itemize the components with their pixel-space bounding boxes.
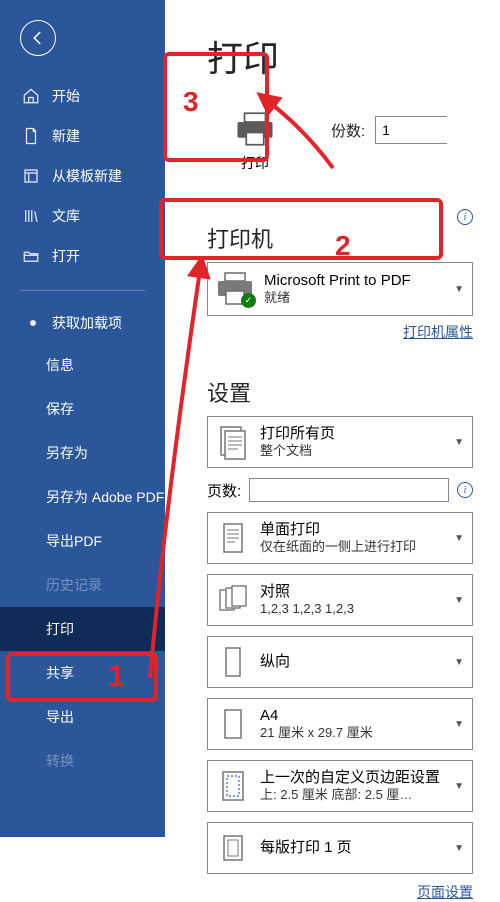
- nav-new[interactable]: 新建: [0, 116, 165, 156]
- settings-section-title: 设置: [207, 376, 500, 408]
- pages-input[interactable]: [249, 478, 449, 502]
- printer-name: Microsoft Print to PDF: [264, 272, 444, 291]
- nav-label: 打开: [52, 246, 80, 266]
- nav-label: 从模板新建: [52, 166, 122, 186]
- pages-label: 页数:: [207, 480, 241, 501]
- nav-open[interactable]: 打开: [0, 236, 165, 276]
- nav-transform[interactable]: 转换: [0, 739, 165, 783]
- nav-export[interactable]: 导出: [0, 695, 165, 739]
- chevron-down-icon: ▼: [454, 533, 464, 544]
- portrait-icon: [216, 643, 250, 681]
- copies-label: 份数:: [331, 120, 365, 141]
- nav-label: 开始: [52, 86, 80, 106]
- page-per-sheet-icon: [216, 829, 250, 867]
- page-title: 打印: [207, 30, 500, 82]
- paper-icon: [216, 705, 250, 743]
- margins-icon: [216, 767, 250, 805]
- setting-paper-size[interactable]: A4 21 厘米 x 29.7 厘米 ▼: [207, 698, 473, 750]
- nav-label: 获取加载项: [52, 313, 122, 333]
- chevron-down-icon: ▼: [454, 595, 464, 606]
- nav-print[interactable]: 打印: [0, 607, 165, 651]
- single-side-icon: [216, 519, 250, 557]
- setting-collate[interactable]: 对照 1,2,3 1,2,3 1,2,3 ▼: [207, 574, 473, 626]
- nav-share[interactable]: 共享: [0, 651, 165, 695]
- printer-dropdown[interactable]: ✓ Microsoft Print to PDF 就绪 ▼: [207, 262, 473, 316]
- document-icon: [22, 127, 40, 145]
- chevron-down-icon: ▼: [454, 284, 464, 295]
- nav-home[interactable]: 开始: [0, 76, 165, 116]
- back-button[interactable]: [20, 20, 56, 56]
- printer-section-title: 打印机: [207, 222, 500, 254]
- nav-export-pdf[interactable]: 导出PDF: [0, 519, 165, 563]
- copies-control: 份数: ▲ ▼: [331, 116, 447, 144]
- nav-saveas-adobe[interactable]: 另存为 Adobe PDF: [0, 475, 165, 519]
- info-icon[interactable]: i: [457, 209, 473, 225]
- nav-get-addins[interactable]: 获取加载项: [0, 303, 165, 343]
- collate-icon: [216, 581, 250, 619]
- printer-properties-link[interactable]: 打印机属性: [403, 324, 473, 340]
- nav-saveas[interactable]: 另存为: [0, 431, 165, 475]
- print-button[interactable]: 打印: [207, 100, 303, 182]
- nav-label: 新建: [52, 126, 80, 146]
- setting-orientation[interactable]: 纵向 ▼: [207, 636, 473, 688]
- template-icon: [22, 167, 40, 185]
- library-icon: [22, 207, 40, 225]
- print-button-label: 打印: [241, 153, 269, 173]
- copies-input[interactable]: [376, 117, 500, 143]
- bullet-icon: [22, 314, 40, 332]
- page-setup-link[interactable]: 页面设置: [417, 884, 473, 900]
- nav-save[interactable]: 保存: [0, 387, 165, 431]
- setting-pages-per-sheet[interactable]: 每版打印 1 页 ▼: [207, 822, 473, 874]
- nav-history[interactable]: 历史记录: [0, 563, 165, 607]
- setting-sides[interactable]: 单面打印 仅在纸面的一侧上进行打印 ▼: [207, 512, 473, 564]
- printer-icon: [234, 109, 276, 149]
- nav-library[interactable]: 文库: [0, 196, 165, 236]
- home-icon: [22, 87, 40, 105]
- folder-open-icon: [22, 247, 40, 265]
- nav-info[interactable]: 信息: [0, 343, 165, 387]
- chevron-down-icon: ▼: [454, 843, 464, 854]
- copies-spinner[interactable]: ▲ ▼: [375, 116, 447, 144]
- info-icon[interactable]: i: [457, 482, 473, 498]
- nav-label: 文库: [52, 206, 80, 226]
- printer-status: 就绪: [264, 290, 444, 306]
- setting-margins[interactable]: 上一次的自定义页边距设置 上: 2.5 厘米 底部: 2.5 厘… ▼: [207, 760, 473, 812]
- backstage-sidebar: 开始 新建 从模板新建 文库 打开 获取加载项 信息 保存 另存为 另存为 Ad…: [0, 0, 165, 837]
- nav-new-from-template[interactable]: 从模板新建: [0, 156, 165, 196]
- printer-device-icon: ✓: [216, 272, 254, 306]
- setting-print-range[interactable]: 打印所有页 整个文档 ▼: [207, 416, 473, 468]
- chevron-down-icon: ▼: [454, 781, 464, 792]
- chevron-down-icon: ▼: [454, 437, 464, 448]
- nav-separator: [20, 290, 145, 291]
- chevron-down-icon: ▼: [454, 719, 464, 730]
- print-pane: 打印 打印 份数: ▲ ▼ 打印机 i: [165, 0, 500, 837]
- arrow-left-icon: [29, 29, 47, 47]
- pages-icon: [216, 423, 250, 461]
- chevron-down-icon: ▼: [454, 657, 464, 668]
- annotation-number-3: 3: [183, 86, 199, 118]
- check-icon: ✓: [241, 293, 256, 308]
